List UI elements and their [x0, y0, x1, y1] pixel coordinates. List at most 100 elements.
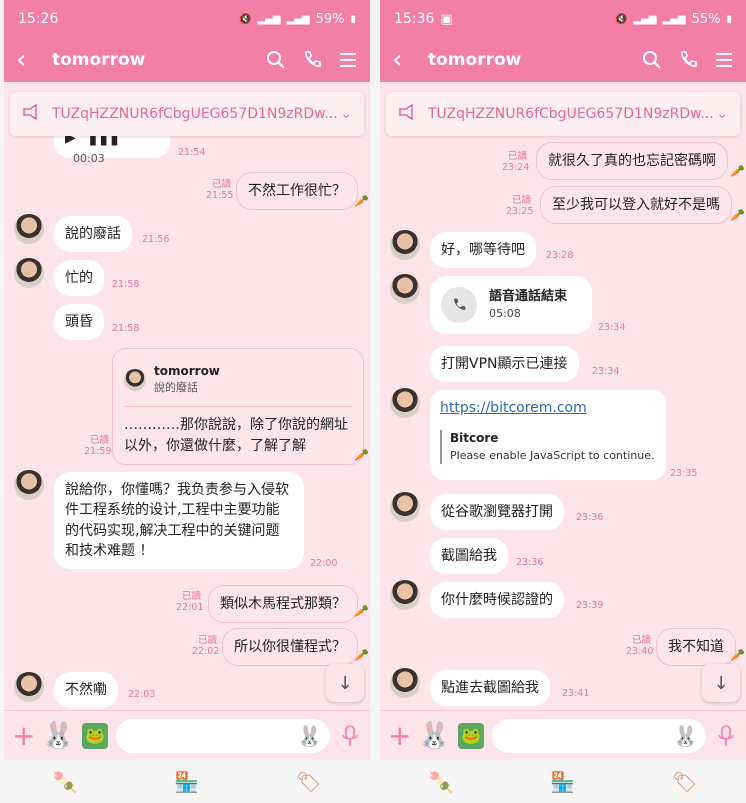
signal-icon-2: ▂▄▆	[286, 13, 310, 25]
message-time: 23:34	[598, 322, 626, 333]
plus-icon[interactable]: +	[388, 719, 414, 752]
megaphone-icon	[22, 103, 40, 124]
avatar[interactable]	[390, 388, 420, 418]
mic-icon[interactable]	[714, 724, 738, 747]
plus-icon[interactable]: +	[12, 719, 38, 752]
wallet-icon[interactable]: 🏷	[672, 770, 697, 794]
message-bubble-outgoing[interactable]: 類似木馬程式那類？	[208, 585, 358, 624]
bottom-nav: 🍡 🏪 🏷	[380, 760, 746, 803]
search-icon[interactable]	[642, 50, 662, 70]
image-icon[interactable]: 🐸	[82, 722, 109, 749]
message-input[interactable]: 🐰	[116, 718, 330, 753]
phone-icon[interactable]	[678, 50, 698, 70]
carrot-icon: 🥕	[354, 648, 369, 662]
chat-header: ‹ tomorrow	[380, 38, 746, 82]
message-bubble-incoming[interactable]: 不然嘞	[54, 672, 118, 709]
message-bubble-incoming[interactable]: 從谷歌瀏覽器打開	[430, 494, 564, 531]
message-time: 23:35	[670, 468, 698, 479]
link-preview-message[interactable]: https://bitcorem.com Bitcore Please enab…	[430, 390, 666, 480]
chevron-down-icon[interactable]: ⌄	[340, 106, 352, 122]
message-bubble-outgoing[interactable]: 所以你很懂程式？	[222, 628, 358, 667]
mute-icon: 🔇	[238, 13, 252, 25]
message-link[interactable]: https://bitcorem.com	[440, 400, 587, 416]
avatar[interactable]	[14, 672, 44, 702]
sticker-icon[interactable]: 🐰	[42, 721, 74, 751]
avatar[interactable]	[390, 668, 420, 698]
mic-icon[interactable]	[338, 724, 362, 747]
image-icon[interactable]: 🐸	[458, 722, 485, 749]
avatar[interactable]	[390, 230, 420, 260]
link-preview[interactable]: Bitcore Please enable JavaScript to cont…	[440, 430, 656, 464]
message-bubble-incoming[interactable]: 截圖給我	[430, 538, 508, 575]
reply-text: …………那你說說，除了你說的網址以外，你還做什麼，了解了解	[124, 417, 348, 454]
message-bubble-outgoing[interactable]: 我不知道	[656, 628, 736, 667]
call-duration: 05:08	[489, 307, 521, 321]
reply-message-bubble[interactable]: tomorrow 說的廢話 …………那你說說，除了你說的網址以外，你還做什麼，了…	[112, 348, 364, 465]
message-bubble-incoming[interactable]: 忙的	[54, 260, 104, 297]
message-time: 23:24	[502, 162, 530, 173]
scroll-down-button[interactable]: ↓	[326, 664, 364, 702]
mute-icon: 🔇	[614, 13, 628, 25]
message-bubble-incoming[interactable]: 你什麼時候認證的	[430, 582, 564, 619]
message-bubble-outgoing[interactable]: 至少我可以登入就好不是嗎	[540, 186, 732, 225]
avatar[interactable]	[14, 258, 44, 288]
message-time: 21:58	[112, 323, 140, 334]
message-bubble-incoming[interactable]: 打開VPN顯示已連接	[430, 346, 579, 383]
carrot-icon: 🥕	[354, 194, 369, 208]
signal-icon: ▂▄▆	[633, 13, 657, 25]
quoted-message[interactable]: tomorrow 說的廢話	[124, 357, 352, 408]
avatar[interactable]	[390, 492, 420, 522]
avatar[interactable]	[390, 580, 420, 610]
read-receipt: 已讀	[198, 635, 218, 646]
search-icon[interactable]	[266, 50, 286, 70]
menu-icon[interactable]	[338, 51, 358, 69]
wallet-icon[interactable]: 🏷	[296, 770, 321, 794]
preview-description: Please enable JavaScript to continue.	[450, 448, 655, 462]
message-bubble-outgoing[interactable]: 就很久了真的也忘記密碼啊	[536, 142, 728, 181]
message-bubble-incoming[interactable]: 好，哪等待吧	[430, 232, 536, 269]
shop-icon[interactable]: 🏪	[550, 770, 575, 794]
message-bubble-outgoing[interactable]: 不然工作很忙？	[236, 172, 358, 211]
back-icon[interactable]: ‹	[392, 47, 416, 73]
sticker-icon[interactable]: 🐰	[418, 721, 450, 751]
message-bubble-incoming[interactable]: 說的廢話	[54, 216, 132, 253]
message-bubble-incoming[interactable]: 頭昏	[54, 304, 104, 341]
shop-icon[interactable]: 🏪	[174, 770, 199, 794]
message-bubble-incoming[interactable]: 點進去截圖給我	[430, 670, 550, 707]
chevron-down-icon[interactable]: ⌄	[716, 106, 728, 122]
scroll-down-button[interactable]: ↓	[702, 664, 740, 702]
phone-icon[interactable]	[302, 50, 322, 70]
battery-level: 59%	[315, 11, 345, 27]
chat-header: ‹ tomorrow	[4, 38, 370, 82]
message-time: 22:03	[128, 689, 156, 700]
status-bar: 15:36 ▣ 🔇 ▂▄▆ ▂▄▆ 55% ▮	[380, 0, 746, 38]
emoji-icon[interactable]: 🐰	[297, 724, 322, 748]
message-bubble-incoming[interactable]: 說給你，你懂嗎？我负责参与入侵软件工程系统的设计,工程中主要功能的代码实现,解决…	[54, 472, 304, 570]
avatar[interactable]	[14, 470, 44, 500]
message-input[interactable]: 🐰	[492, 718, 706, 753]
announcement-bar[interactable]: TUZqHZZNUR6fCbgUEG657D1N9zRDw... ⌄	[386, 92, 740, 136]
read-receipt: 已讀	[212, 179, 232, 190]
announcement-bar[interactable]: TUZqHZZNUR6fCbgUEG657D1N9zRDw... ⌄	[10, 92, 364, 136]
popsicle-icon[interactable]: 🍡	[52, 770, 77, 794]
avatar[interactable]	[14, 214, 44, 244]
carrot-icon: 🥕	[354, 604, 369, 618]
chat-title: tomorrow	[428, 50, 522, 70]
signal-icon-2: ▂▄▆	[662, 13, 686, 25]
emoji-icon[interactable]: 🐰	[673, 724, 698, 748]
popsicle-icon[interactable]: 🍡	[428, 770, 453, 794]
message-time: 21:58	[112, 279, 140, 290]
message-list[interactable]: 已讀 23:24 就很久了真的也忘記密碼啊 🥕 已讀 23:25 至少我可以登入…	[380, 82, 746, 710]
back-icon[interactable]: ‹	[16, 47, 40, 73]
menu-icon[interactable]	[714, 51, 734, 69]
message-list[interactable]: ▶ ▌▌▌ 00:03 21:54 已讀 21:55 不然工作很忙？ 🥕 說的廢…	[4, 82, 370, 710]
message-time: 21:59	[84, 446, 112, 457]
message-time: 23:40	[626, 646, 654, 657]
read-receipt: 已讀	[90, 435, 110, 446]
read-receipt: 已讀	[508, 151, 528, 162]
preview-title: Bitcore	[450, 431, 499, 446]
message-time: 23:28	[546, 250, 574, 261]
call-ended-message[interactable]: 語音通話結束 05:08	[430, 276, 592, 334]
status-icons: 🔇 ▂▄▆ ▂▄▆ 55% ▮	[615, 12, 732, 27]
avatar[interactable]	[390, 274, 420, 304]
